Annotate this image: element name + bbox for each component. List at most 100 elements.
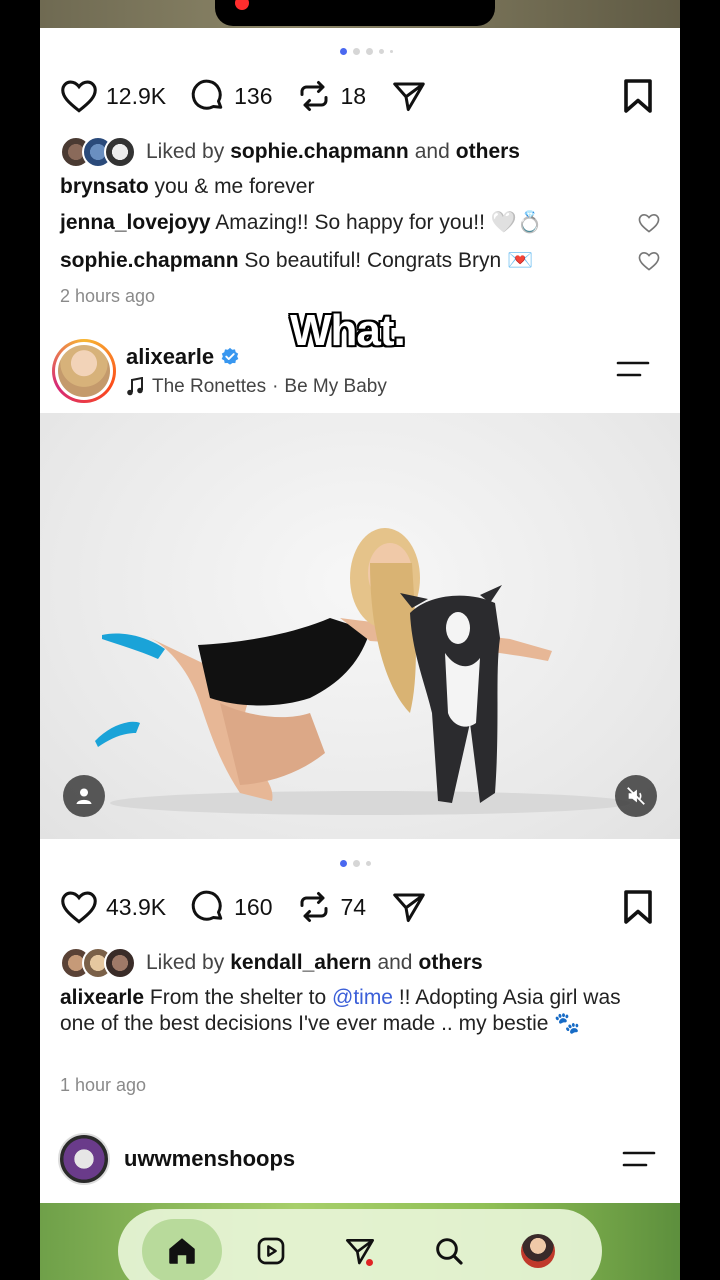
carousel-dot xyxy=(340,860,347,867)
comment-username[interactable]: sophie.chapmann xyxy=(60,249,239,272)
liked-by-and: and xyxy=(414,140,450,163)
avatar xyxy=(104,136,136,168)
photo-content xyxy=(95,528,630,815)
post-actions: 43.9K 160 74 xyxy=(60,887,660,927)
post-username[interactable]: uwwmenshoops xyxy=(124,1146,295,1172)
music-separator: · xyxy=(272,376,279,397)
comment-icon xyxy=(191,890,223,921)
avatar[interactable] xyxy=(58,1133,110,1185)
post-caption: alixearle From the shelter to @time !! A… xyxy=(60,985,660,1037)
repost-count: 18 xyxy=(340,82,367,109)
liked-by-user[interactable]: kendall_ahern xyxy=(230,951,371,975)
like-button[interactable]: 12.9K xyxy=(60,79,166,113)
like-count: 43.9K xyxy=(106,893,167,920)
post-username[interactable]: alixearle xyxy=(126,344,214,370)
repost-button[interactable]: 74 xyxy=(296,889,366,925)
bookmark-icon xyxy=(624,79,652,113)
liked-by-prefix: Liked by xyxy=(146,951,225,974)
post-actions: 12.9K 136 18 xyxy=(60,76,660,116)
caption-text: From the shelter to xyxy=(149,986,327,1009)
carousel-dot xyxy=(366,861,371,866)
music-info[interactable]: The Ronettes · Be My Baby xyxy=(126,376,387,398)
bookmark-button[interactable] xyxy=(622,78,654,119)
carousel-dot xyxy=(353,48,360,55)
profile-avatar xyxy=(520,1234,555,1268)
carousel-dot xyxy=(366,48,373,55)
reels-icon xyxy=(257,1237,285,1265)
post-timestamp: 1 hour ago xyxy=(60,1075,147,1095)
repost-button[interactable]: 18 xyxy=(296,78,366,114)
menu-icon[interactable] xyxy=(622,1148,656,1170)
comment-like-icon[interactable] xyxy=(638,251,660,271)
caption-text: you & me forever xyxy=(154,175,315,198)
search-icon xyxy=(435,1238,463,1265)
mute-button[interactable] xyxy=(615,775,657,817)
comment-button[interactable]: 160 xyxy=(190,889,272,925)
user-tag-button[interactable] xyxy=(63,775,105,817)
tab-messages[interactable] xyxy=(320,1219,400,1280)
post-header: uwwmenshoops xyxy=(58,1124,668,1194)
liked-by-others[interactable]: others xyxy=(456,140,520,164)
phone-screen: 12.9K 136 18 Liked by sophie.chapmann an… xyxy=(40,0,680,1280)
tab-bar xyxy=(118,1209,602,1280)
tab-home[interactable] xyxy=(142,1219,223,1280)
liked-by[interactable]: Liked by kendall_ahern and others xyxy=(60,945,660,981)
avatar xyxy=(58,345,110,397)
share-button[interactable] xyxy=(390,78,428,114)
like-button[interactable]: 43.9K xyxy=(60,890,166,924)
comment-row: sophie.chapmann So beautiful! Congrats B… xyxy=(60,248,660,274)
liker-avatars xyxy=(60,947,136,979)
mute-icon xyxy=(627,787,645,805)
music-song: Be My Baby xyxy=(284,376,387,397)
caption-username[interactable]: alixearle xyxy=(60,986,144,1009)
bookmark-button[interactable] xyxy=(622,889,654,930)
status-bar xyxy=(40,0,680,28)
liked-by-others[interactable]: others xyxy=(419,951,483,975)
story-ring[interactable] xyxy=(52,339,116,403)
verified-icon xyxy=(221,347,239,365)
repost-icon xyxy=(300,892,328,922)
share-icon xyxy=(393,893,425,922)
tab-search[interactable] xyxy=(409,1219,489,1280)
carousel-dot xyxy=(353,860,360,867)
caption-username[interactable]: brynsato xyxy=(60,175,149,198)
dynamic-island xyxy=(215,0,495,26)
liked-by-user[interactable]: sophie.chapmann xyxy=(230,140,409,164)
bottom-bar xyxy=(40,1203,680,1280)
carousel-dot xyxy=(390,50,393,53)
post-caption: brynsato you & me forever xyxy=(60,174,660,200)
liked-by[interactable]: Liked by sophie.chapmann and others xyxy=(60,134,660,170)
liker-avatars xyxy=(60,136,136,168)
comment-count: 136 xyxy=(234,82,273,109)
heart-icon xyxy=(61,891,97,924)
tab-profile[interactable] xyxy=(498,1219,578,1280)
music-note-icon xyxy=(127,377,143,396)
comment-button[interactable]: 136 xyxy=(190,78,272,114)
liked-by-and: and xyxy=(377,951,413,974)
repost-icon xyxy=(300,81,328,111)
comment-icon xyxy=(191,79,223,110)
carousel-indicator xyxy=(340,860,371,867)
post-timestamp: 2 hours ago xyxy=(60,286,156,306)
carousel-dot xyxy=(340,48,347,55)
tab-reels[interactable] xyxy=(231,1219,311,1280)
liked-by-prefix: Liked by xyxy=(146,140,225,163)
avatar xyxy=(104,947,136,979)
comment-username[interactable]: jenna_lovejoyy xyxy=(60,211,211,234)
like-count: 12.9K xyxy=(106,82,167,109)
comment-count: 160 xyxy=(234,893,273,920)
caption-mention[interactable]: @time xyxy=(332,986,393,1009)
carousel-indicator xyxy=(340,48,393,55)
user-tag-icon xyxy=(76,788,92,804)
video-caption-overlay: What. xyxy=(290,306,406,355)
comment-text: Amazing!! So happy for you!! 🤍💍 xyxy=(215,211,544,234)
comment-row: jenna_lovejoyy Amazing!! So happy for yo… xyxy=(60,210,660,236)
music-artist: The Ronettes xyxy=(152,376,267,397)
bookmark-icon xyxy=(624,890,652,924)
post-photo[interactable] xyxy=(40,413,680,839)
share-button[interactable] xyxy=(390,889,428,925)
repost-count: 74 xyxy=(340,893,367,920)
comment-like-icon[interactable] xyxy=(638,213,660,233)
menu-icon[interactable] xyxy=(616,358,650,380)
home-icon xyxy=(169,1238,196,1264)
